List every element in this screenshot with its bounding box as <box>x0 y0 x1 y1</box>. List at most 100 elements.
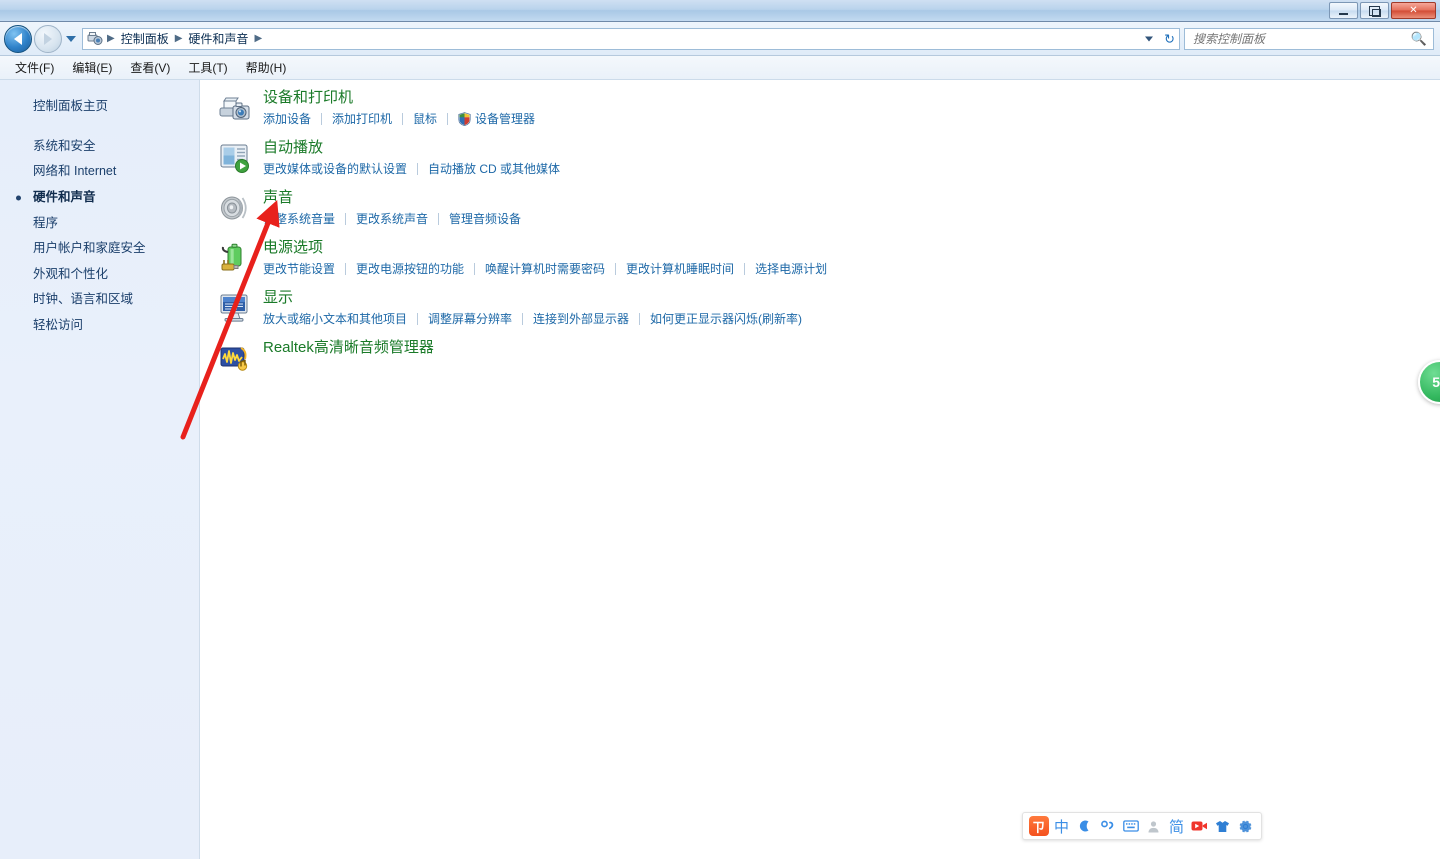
category-task-link-label: 调整屏幕分辨率 <box>428 310 512 327</box>
category-task-link-label: 设备管理器 <box>475 110 535 127</box>
user-account-icon[interactable] <box>1142 814 1165 838</box>
category-task-link[interactable]: 选择电源计划 <box>755 260 827 277</box>
link-separator <box>438 213 439 225</box>
forward-button[interactable] <box>34 25 62 53</box>
category-title[interactable]: 声音 <box>263 188 293 208</box>
category-task-link-label: 自动播放 CD 或其他媒体 <box>428 160 560 177</box>
category-task-link-label: 更改电源按钮的功能 <box>356 260 464 277</box>
category-title[interactable]: 设备和打印机 <box>263 88 353 108</box>
sidebar-item-0[interactable]: 系统和安全 <box>0 134 199 160</box>
category-task-link[interactable]: 放大或缩小文本和其他项目 <box>263 310 407 327</box>
category-title[interactable]: Realtek高清晰音频管理器 <box>263 338 434 358</box>
close-icon: ✕ <box>1409 5 1417 16</box>
link-separator <box>345 263 346 275</box>
category-task-link-label: 更改系统声音 <box>356 210 428 227</box>
ime-toolbar: ㄗ 中 简 <box>1022 812 1262 840</box>
category-task-link[interactable]: 设备管理器 <box>458 110 535 127</box>
category-task-link[interactable]: 更改计算机睡眠时间 <box>626 260 734 277</box>
category-task-link-label: 添加设备 <box>263 110 311 127</box>
breadcrumb-arrow-icon: ▶ <box>105 33 117 44</box>
search-icon: 🔍 <box>1411 31 1427 47</box>
chinese-mode-icon[interactable]: 中 <box>1050 814 1073 838</box>
close-button[interactable]: ✕ <box>1391 2 1436 19</box>
sidebar-item-4[interactable]: 用户帐户和家庭安全 <box>0 236 199 262</box>
maximize-button[interactable] <box>1360 2 1389 19</box>
address-bar[interactable]: ▶ 控制面板 ▶ 硬件和声音 ▶ ↻ <box>82 28 1180 50</box>
sidebar-item-3[interactable]: 程序 <box>0 211 199 237</box>
menu-view[interactable]: 查看(V) <box>121 56 179 79</box>
minimize-icon <box>1339 13 1348 15</box>
category-task-link-label: 调整系统音量 <box>263 210 335 227</box>
category-task-link-label: 唤醒计算机时需要密码 <box>485 260 605 277</box>
sidebar-item-7[interactable]: 轻松访问 <box>0 313 199 339</box>
category-task-link[interactable]: 连接到外部显示器 <box>533 310 629 327</box>
category-task-link-label: 添加打印机 <box>332 110 392 127</box>
menu-edit[interactable]: 编辑(E) <box>63 56 121 79</box>
link-separator <box>417 163 418 175</box>
category-task-link[interactable]: 调整屏幕分辨率 <box>428 310 512 327</box>
monitor-icon <box>219 292 251 324</box>
minimize-button[interactable] <box>1329 2 1358 19</box>
category-task-link[interactable]: 更改系统声音 <box>356 210 428 227</box>
menu-tools[interactable]: 工具(T) <box>179 56 236 79</box>
link-separator <box>615 263 616 275</box>
category-task-link[interactable]: 更改节能设置 <box>263 260 335 277</box>
breadcrumb-hardware-and-sound[interactable]: 硬件和声音 <box>184 30 252 47</box>
sogou-logo-icon[interactable]: ㄗ <box>1027 814 1050 838</box>
search-input[interactable] <box>1185 31 1411 47</box>
category-section: 电源选项更改节能设置 更改电源按钮的功能 唤醒计算机时需要密码 更改计算机睡眠时间 选择… <box>201 238 1440 277</box>
category-task-link[interactable]: 更改电源按钮的功能 <box>356 260 464 277</box>
punctuation-mode-icon[interactable] <box>1096 814 1119 838</box>
breadcrumb-control-panel[interactable]: 控制面板 <box>117 30 173 47</box>
category-task-link[interactable]: 唤醒计算机时需要密码 <box>485 260 605 277</box>
category-task-link[interactable]: 调整系统音量 <box>263 210 335 227</box>
category-task-link[interactable]: 鼠标 <box>413 110 437 127</box>
category-task-link[interactable]: 添加设备 <box>263 110 311 127</box>
sidebar-item-control-panel-home[interactable]: 控制面板主页 <box>0 94 199 120</box>
link-separator <box>447 113 448 125</box>
category-title[interactable]: 电源选项 <box>263 238 323 258</box>
category-task-link[interactable]: 更改媒体或设备的默认设置 <box>263 160 407 177</box>
category-task-link[interactable]: 自动播放 CD 或其他媒体 <box>428 160 560 177</box>
sidebar: 控制面板主页 系统和安全网络和 Internet硬件和声音程序用户帐户和家庭安全… <box>0 80 200 859</box>
category-task-link[interactable]: 管理音频设备 <box>449 210 521 227</box>
category-task-link[interactable]: 如何更正显示器闪烁(刷新率) <box>650 310 802 327</box>
menu-help[interactable]: 帮助(H) <box>237 56 296 79</box>
category-links: 调整系统音量 更改系统声音 管理音频设备 <box>263 210 1440 227</box>
address-dropdown-icon[interactable] <box>1145 36 1153 41</box>
category-title[interactable]: 显示 <box>263 288 293 308</box>
battery-power-icon <box>219 242 251 274</box>
control-panel-icon <box>87 31 103 47</box>
refresh-icon[interactable]: ↻ <box>1164 32 1175 45</box>
category-task-link-label: 选择电源计划 <box>755 260 827 277</box>
crescent-moon-icon[interactable] <box>1073 814 1096 838</box>
category-task-link-label: 管理音频设备 <box>449 210 521 227</box>
category-links: 更改媒体或设备的默认设置 自动播放 CD 或其他媒体 <box>263 160 1440 177</box>
soft-keyboard-icon[interactable] <box>1119 814 1142 838</box>
search-box[interactable]: 🔍 <box>1184 28 1434 50</box>
forward-arrow-icon <box>44 33 52 45</box>
category-title[interactable]: 自动播放 <box>263 138 323 158</box>
sidebar-item-6[interactable]: 时钟、语言和区域 <box>0 287 199 313</box>
sidebar-item-2[interactable]: 硬件和声音 <box>0 185 199 211</box>
simplified-chinese-icon[interactable]: 简 <box>1165 814 1188 838</box>
link-separator <box>639 313 640 325</box>
back-button[interactable] <box>4 25 32 53</box>
history-dropdown-button[interactable] <box>63 25 79 53</box>
chevron-down-icon <box>66 36 76 42</box>
settings-gear-icon[interactable] <box>1234 814 1257 838</box>
category-section: 自动播放更改媒体或设备的默认设置 自动播放 CD 或其他媒体 <box>201 138 1440 177</box>
category-task-link-label: 更改计算机睡眠时间 <box>626 260 734 277</box>
breadcrumb-arrow-icon: ▶ <box>252 33 264 44</box>
sidebar-item-5[interactable]: 外观和个性化 <box>0 262 199 288</box>
sidebar-item-1[interactable]: 网络和 Internet <box>0 159 199 185</box>
window-controls: ✕ <box>1329 2 1436 19</box>
menu-file[interactable]: 文件(F) <box>6 56 63 79</box>
video-icon[interactable] <box>1188 814 1211 838</box>
link-separator <box>522 313 523 325</box>
link-separator <box>345 213 346 225</box>
category-task-link[interactable]: 添加打印机 <box>332 110 392 127</box>
category-task-link-label: 鼠标 <box>413 110 437 127</box>
skin-shirt-icon[interactable] <box>1211 814 1234 838</box>
speaker-icon <box>219 192 251 224</box>
